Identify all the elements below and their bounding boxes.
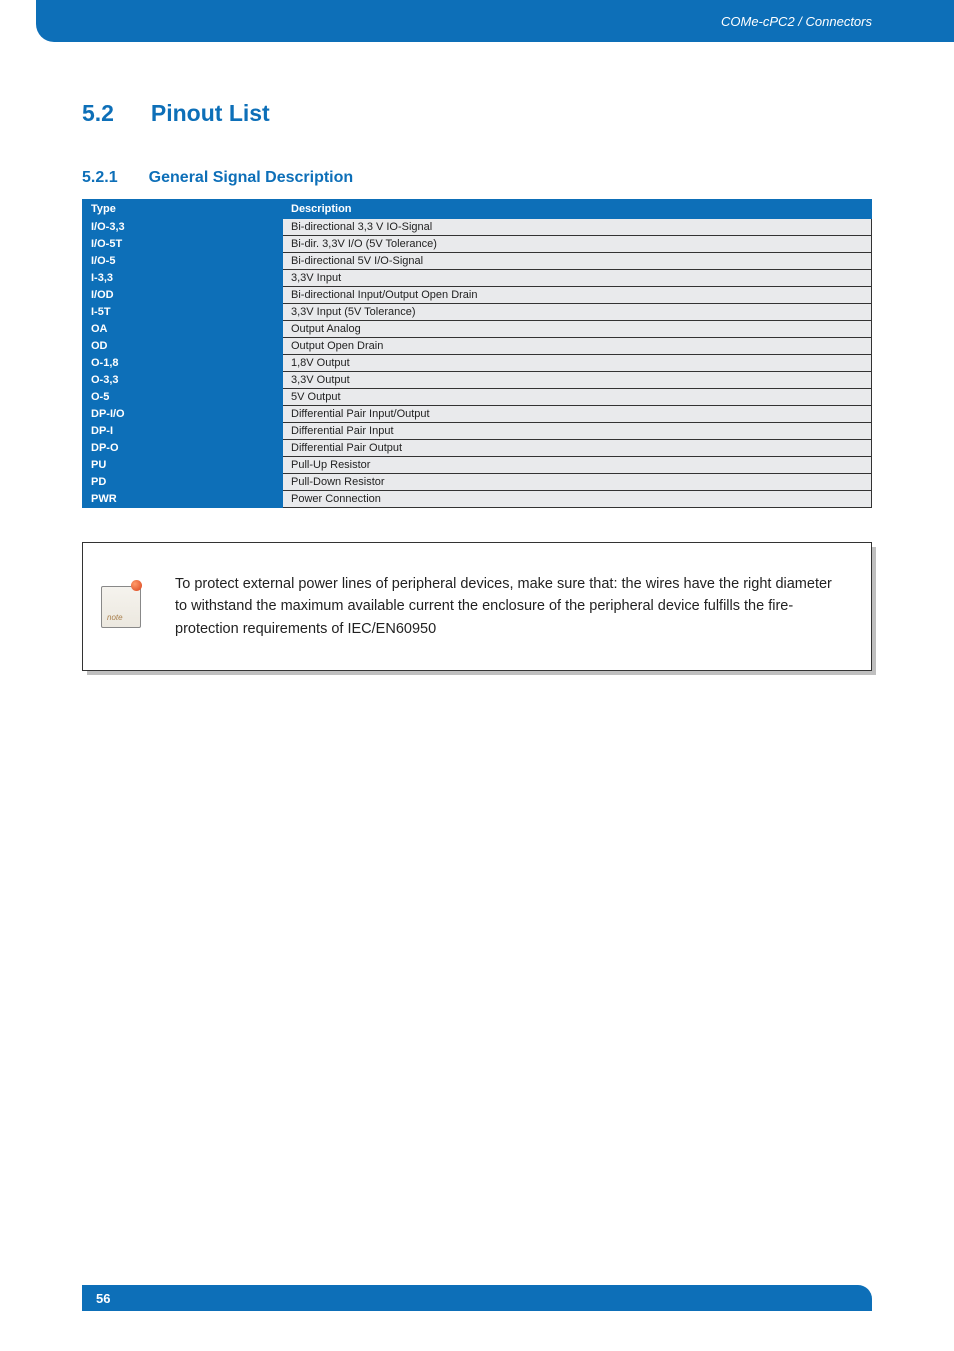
table-row: PDPull-Down Resistor [83,474,872,491]
table-row: PWRPower Connection [83,491,872,508]
table-row: I/O-5Bi-directional 5V I/O-Signal [83,253,872,270]
col-header-type: Type [83,200,283,219]
type-cell: PD [83,474,283,491]
type-cell: O-3,3 [83,372,283,389]
type-cell: I-5T [83,304,283,321]
description-cell: Output Open Drain [283,338,872,355]
description-cell: Power Connection [283,491,872,508]
note-icon: note [101,586,149,628]
table-row: DP-ODifferential Pair Output [83,440,872,457]
note-box: note To protect external power lines of … [82,542,872,671]
type-cell: DP-O [83,440,283,457]
type-cell: PU [83,457,283,474]
note-icon-label: note [107,613,123,622]
description-cell: 3,3V Output [283,372,872,389]
page-footer: 56 [82,1285,872,1311]
type-cell: O-5 [83,389,283,406]
table-row: I-3,33,3V Input [83,270,872,287]
subsection-number: 5.2.1 [82,169,142,187]
description-cell: Differential Pair Input/Output [283,406,872,423]
table-row: I-5T3,3V Input (5V Tolerance) [83,304,872,321]
type-cell: O-1,8 [83,355,283,372]
type-cell: PWR [83,491,283,508]
col-header-description: Description [283,200,872,219]
table-row: DP-I/ODifferential Pair Input/Output [83,406,872,423]
description-cell: Pull-Down Resistor [283,474,872,491]
table-row: O-55V Output [83,389,872,406]
description-cell: 3,3V Input [283,270,872,287]
type-cell: I/O-5 [83,253,283,270]
section-title: Pinout List [151,100,270,126]
section-heading: 5.2 Pinout List [82,92,872,129]
description-cell: Differential Pair Input [283,423,872,440]
breadcrumb: COMe-cPC2 / Connectors [721,14,872,29]
description-cell: Bi-dir. 3,3V I/O (5V Tolerance) [283,236,872,253]
type-cell: I/OD [83,287,283,304]
note-text: To protect external power lines of perip… [175,573,843,640]
description-cell: Bi-directional Input/Output Open Drain [283,287,872,304]
table-row: PUPull-Up Resistor [83,457,872,474]
description-cell: 3,3V Input (5V Tolerance) [283,304,872,321]
signal-description-table: Type Description I/O-3,3Bi-directional 3… [82,199,872,508]
description-cell: 1,8V Output [283,355,872,372]
table-row: I/O-5TBi-dir. 3,3V I/O (5V Tolerance) [83,236,872,253]
subsection-title: General Signal Description [149,169,354,186]
description-cell: Output Analog [283,321,872,338]
type-cell: OD [83,338,283,355]
description-cell: Differential Pair Output [283,440,872,457]
description-cell: Bi-directional 5V I/O-Signal [283,253,872,270]
header-bar: COMe-cPC2 / Connectors [36,0,954,42]
type-cell: I-3,3 [83,270,283,287]
description-cell: Pull-Up Resistor [283,457,872,474]
table-row: DP-IDifferential Pair Input [83,423,872,440]
type-cell: I/O-3,3 [83,219,283,236]
description-cell: 5V Output [283,389,872,406]
table-row: I/O-3,3Bi-directional 3,3 V IO-Signal [83,219,872,236]
table-row: OAOutput Analog [83,321,872,338]
type-cell: DP-I [83,423,283,440]
type-cell: OA [83,321,283,338]
section-number: 5.2 [82,100,142,127]
table-row: O-3,33,3V Output [83,372,872,389]
table-row: O-1,81,8V Output [83,355,872,372]
page-number: 56 [96,1291,110,1306]
description-cell: Bi-directional 3,3 V IO-Signal [283,219,872,236]
type-cell: DP-I/O [83,406,283,423]
table-row: I/ODBi-directional Input/Output Open Dra… [83,287,872,304]
table-row: ODOutput Open Drain [83,338,872,355]
type-cell: I/O-5T [83,236,283,253]
subsection-heading: 5.2.1 General Signal Description [82,161,872,189]
page-content: 5.2 Pinout List 5.2.1 General Signal Des… [0,42,954,671]
